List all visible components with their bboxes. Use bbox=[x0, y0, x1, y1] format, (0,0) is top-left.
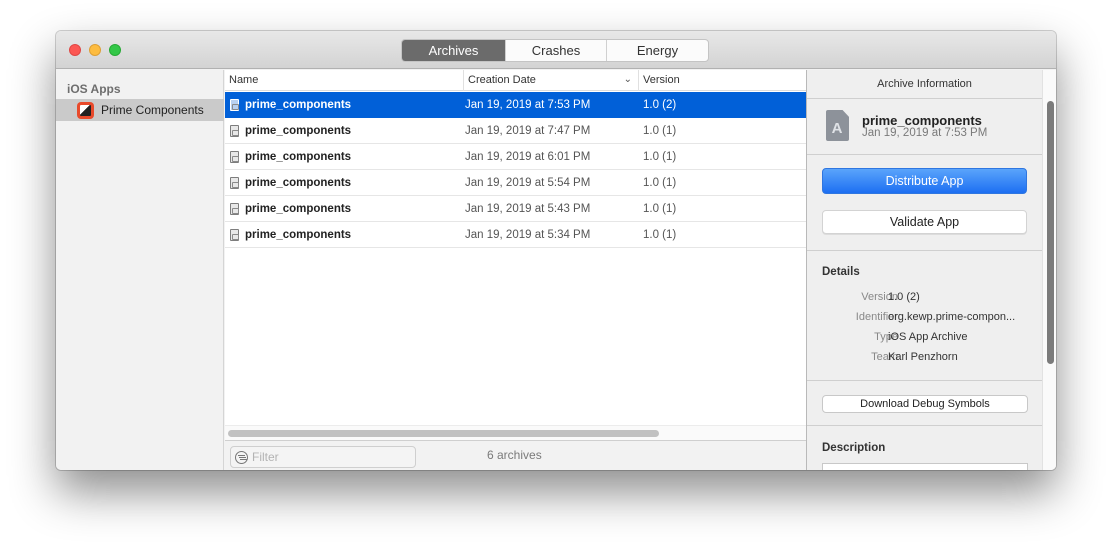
cell-version: 1.0 (2) bbox=[643, 99, 677, 111]
archive-summary: A prime_components Jan 19, 2019 at 7:53 … bbox=[807, 99, 1042, 155]
archive-date: Jan 19, 2019 at 7:53 PM bbox=[862, 127, 988, 139]
tab-segmented-control: Archives Crashes Energy bbox=[401, 39, 709, 62]
cell-name: prime_components bbox=[245, 229, 352, 241]
sidebar-item-prime-components[interactable]: Prime Components bbox=[56, 99, 224, 121]
archive-file-icon bbox=[230, 99, 239, 111]
column-header-label: Creation Date bbox=[468, 74, 536, 86]
detail-value-team: Karl Penzhorn bbox=[888, 351, 958, 363]
description-title: Description bbox=[822, 442, 886, 454]
detail-value-version: 1.0 (2) bbox=[888, 291, 920, 303]
table-row[interactable]: prime_components Jan 19, 2019 at 7:47 PM… bbox=[225, 118, 806, 144]
cell-name: prime_components bbox=[245, 99, 352, 111]
cell-version: 1.0 (1) bbox=[643, 177, 677, 189]
sidebar-group-label: iOS Apps bbox=[67, 82, 121, 96]
validate-app-button[interactable]: Validate App bbox=[822, 210, 1027, 234]
title-bar: Archives Crashes Energy bbox=[56, 31, 1056, 69]
cell-date: Jan 19, 2019 at 5:54 PM bbox=[465, 177, 591, 189]
table-header: Name Creation Date ⌄ Version bbox=[225, 70, 806, 91]
cell-date: Jan 19, 2019 at 5:34 PM bbox=[465, 229, 591, 241]
organizer-window: Archives Crashes Energy iOS Apps Prime C… bbox=[56, 31, 1056, 470]
archive-file-icon bbox=[230, 125, 239, 137]
inspector-scrollbar[interactable] bbox=[1042, 70, 1056, 470]
archive-file-icon bbox=[230, 229, 239, 241]
detail-value-identifier: org.kewp.prime-compon... bbox=[888, 311, 1016, 323]
cell-version: 1.0 (1) bbox=[643, 229, 677, 241]
tab-archives[interactable]: Archives bbox=[402, 40, 506, 61]
cell-date: Jan 19, 2019 at 5:43 PM bbox=[465, 203, 591, 215]
tab-crashes[interactable]: Crashes bbox=[506, 40, 607, 61]
filter-field[interactable] bbox=[230, 446, 416, 468]
archive-file-icon bbox=[230, 151, 239, 163]
cell-name: prime_components bbox=[245, 203, 352, 215]
table-row[interactable]: prime_components Jan 19, 2019 at 6:01 PM… bbox=[225, 144, 806, 170]
cell-version: 1.0 (1) bbox=[643, 203, 677, 215]
minimize-window-button[interactable] bbox=[89, 44, 101, 56]
description-field[interactable] bbox=[822, 463, 1028, 470]
zoom-window-button[interactable] bbox=[109, 44, 121, 56]
cell-date: Jan 19, 2019 at 6:01 PM bbox=[465, 151, 591, 163]
distribute-app-button[interactable]: Distribute App bbox=[822, 168, 1027, 194]
archive-name: prime_components bbox=[862, 113, 982, 128]
table-row[interactable]: prime_components Jan 19, 2019 at 5:34 PM… bbox=[225, 222, 806, 248]
horizontal-scrollbar[interactable] bbox=[225, 425, 806, 440]
table-row[interactable]: prime_components Jan 19, 2019 at 7:53 PM… bbox=[225, 92, 806, 118]
sidebar: iOS Apps Prime Components bbox=[56, 70, 224, 470]
sidebar-item-label: Prime Components bbox=[101, 103, 204, 117]
filter-icon bbox=[235, 450, 248, 464]
divider bbox=[807, 425, 1042, 426]
app-icon bbox=[77, 101, 94, 119]
table-row[interactable]: prime_components Jan 19, 2019 at 5:43 PM… bbox=[225, 196, 806, 222]
close-window-button[interactable] bbox=[69, 44, 81, 56]
cell-version: 1.0 (1) bbox=[643, 151, 677, 163]
cell-date: Jan 19, 2019 at 7:53 PM bbox=[465, 99, 591, 111]
table-row[interactable]: prime_components Jan 19, 2019 at 5:54 PM… bbox=[225, 170, 806, 196]
column-header-version[interactable]: Version bbox=[639, 70, 806, 91]
horizontal-scrollbar-thumb[interactable] bbox=[228, 430, 659, 437]
cell-name: prime_components bbox=[245, 177, 352, 189]
archive-count: 6 archives bbox=[487, 448, 542, 462]
archive-inspector: Archive Information A prime_components J… bbox=[806, 70, 1056, 470]
column-header-creation-date[interactable]: Creation Date ⌄ bbox=[464, 70, 639, 91]
divider bbox=[807, 250, 1042, 251]
divider bbox=[807, 380, 1042, 381]
detail-value-type: iOS App Archive bbox=[888, 331, 968, 343]
cell-version: 1.0 (1) bbox=[643, 125, 677, 137]
tab-energy[interactable]: Energy bbox=[607, 40, 708, 61]
column-header-name[interactable]: Name bbox=[225, 70, 464, 91]
app-store-glyph-icon: A bbox=[831, 120, 843, 137]
table-footer: 6 archives bbox=[225, 440, 806, 470]
sort-descending-icon: ⌄ bbox=[623, 74, 632, 85]
inspector-scrollbar-thumb[interactable] bbox=[1047, 101, 1054, 364]
archives-table: Name Creation Date ⌄ Version prime_compo… bbox=[225, 70, 806, 470]
cell-name: prime_components bbox=[245, 151, 352, 163]
cell-date: Jan 19, 2019 at 7:47 PM bbox=[465, 125, 591, 137]
archive-file-icon bbox=[230, 203, 239, 215]
archive-file-icon bbox=[230, 177, 239, 189]
cell-name: prime_components bbox=[245, 125, 352, 137]
filter-input[interactable] bbox=[252, 450, 412, 464]
download-debug-symbols-button[interactable]: Download Debug Symbols bbox=[822, 395, 1028, 413]
inspector-title: Archive Information bbox=[807, 70, 1042, 99]
details-title: Details bbox=[822, 266, 860, 278]
